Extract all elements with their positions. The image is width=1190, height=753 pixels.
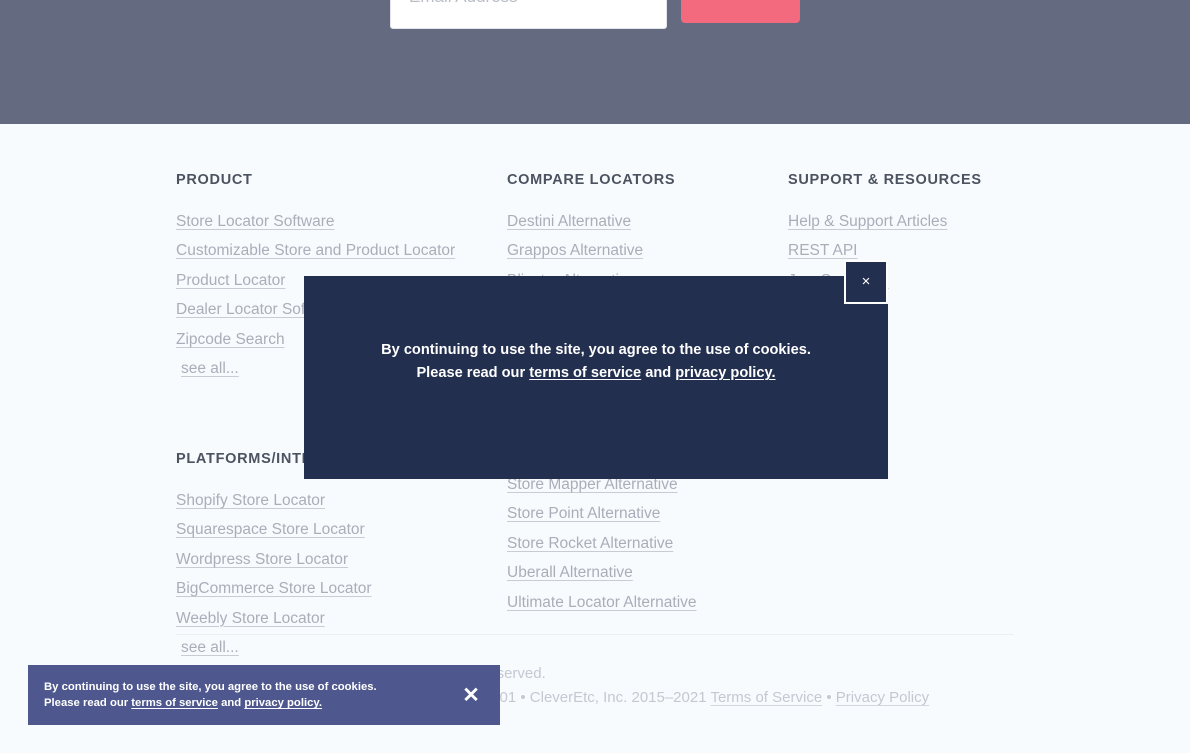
footer-link-see-all[interactable]: see all... (181, 360, 239, 377)
footer-link[interactable]: Store Rocket Alternative (507, 535, 673, 552)
page-root: SIGN UP PRODUCT Store Locator Software C… (0, 0, 1190, 753)
footer-column-platforms-integrations: PLATFORMS/INTEGRATIONS Shopify Store Loc… (176, 451, 507, 668)
cookie-banner-line-2-prefix: Please read our (44, 697, 132, 709)
newsletter-signup-form: SIGN UP (390, 0, 800, 29)
footer-privacy-link[interactable]: Privacy Policy (836, 689, 929, 706)
footer-link[interactable]: Uberall Alternative (507, 564, 633, 581)
column-heading: COMPARE LOCATORS (507, 172, 676, 188)
footer-link[interactable]: REST API (788, 242, 858, 259)
footer-columns-row-2: PLATFORMS/INTEGRATIONS Shopify Store Loc… (176, 451, 1014, 668)
cookie-banner-message: By continuing to use the site, you agree… (28, 679, 442, 712)
cookie-modal-terms-link[interactable]: terms of service (529, 365, 641, 381)
footer-separator: • (826, 689, 832, 707)
cookie-banner-close-button[interactable]: ✕ (442, 685, 500, 706)
footer-link[interactable]: Grappos Alternative (507, 242, 643, 259)
footer-divider (176, 634, 1014, 635)
footer-terms-link[interactable]: Terms of Service (710, 689, 822, 706)
cookie-modal-message: By continuing to use the site, you agree… (304, 339, 888, 386)
cookie-banner-line-2-mid: and (217, 697, 245, 709)
cookie-banner-privacy-link[interactable]: privacy policy. (244, 697, 322, 709)
cookie-modal-line-2-mid: and (641, 365, 676, 382)
cookie-modal-close-button[interactable]: × (844, 260, 888, 304)
cookie-consent-modal: × By continuing to use the site, you agr… (304, 260, 888, 479)
column-heading: SUPPORT & RESOURCES (788, 172, 982, 188)
email-field[interactable] (390, 0, 667, 29)
footer-column-compare-locators-continued: Store Mapper Alternative Store Point Alt… (507, 451, 788, 668)
cookie-modal-line-1: By continuing to use the site, you agree… (381, 342, 811, 358)
footer-link-see-all[interactable]: see all... (181, 639, 239, 656)
footer-link[interactable]: Zipcode Search (176, 331, 285, 348)
footer-link[interactable]: Ultimate Locator Alternative (507, 594, 697, 611)
footer-link[interactable]: Squarespace Store Locator (176, 521, 365, 538)
footer-link[interactable]: Store Point Alternative (507, 505, 660, 522)
footer-link[interactable]: Product Locator (176, 272, 285, 289)
footer-link[interactable]: BigCommerce Store Locator (176, 580, 372, 597)
footer-link[interactable]: Weebly Store Locator (176, 610, 325, 627)
footer-link-list: Store Mapper Alternative Store Point Alt… (507, 475, 788, 613)
cookie-modal-line-2-prefix: Please read our (416, 365, 530, 382)
column-heading: PRODUCT (176, 172, 253, 188)
cookie-banner-terms-link[interactable]: terms of service (131, 697, 218, 709)
footer-column-empty (788, 451, 1014, 668)
footer-link[interactable]: Wordpress Store Locator (176, 551, 348, 568)
footer-link[interactable]: Destini Alternative (507, 213, 631, 230)
cookie-modal-privacy-link[interactable]: privacy policy. (675, 365, 775, 381)
footer-link[interactable]: Store Locator Software (176, 213, 335, 230)
sign-up-button[interactable]: SIGN UP (681, 0, 800, 23)
cookie-consent-banner: By continuing to use the site, you agree… (28, 665, 500, 725)
footer-link[interactable]: Shopify Store Locator (176, 492, 325, 509)
footer-link[interactable]: Customizable Store and Product Locator (176, 242, 455, 259)
newsletter-signup-band: SIGN UP (0, 0, 1190, 124)
footer-link[interactable]: Help & Support Articles (788, 213, 947, 230)
cookie-banner-line-1: By continuing to use the site, you agree… (44, 680, 377, 693)
